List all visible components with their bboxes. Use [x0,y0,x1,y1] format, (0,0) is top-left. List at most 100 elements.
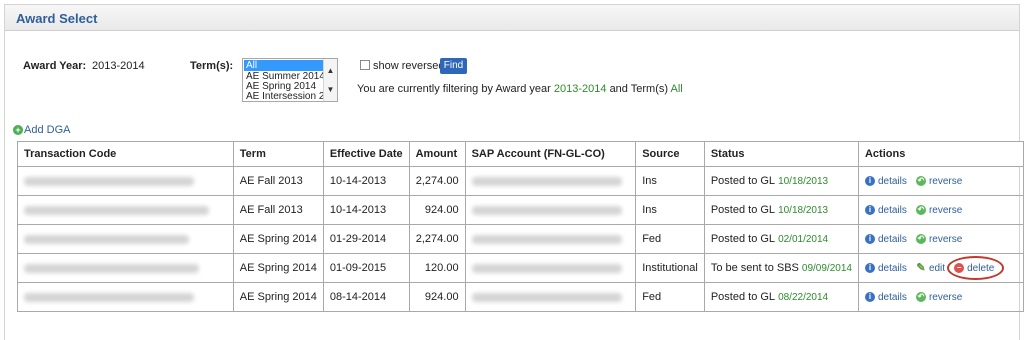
table-header-row: Transaction Code Term Effective Date Amo… [17,141,1024,167]
col-effective-date: Effective Date [322,141,410,167]
reverse-link[interactable]: ↶ reverse [915,204,962,216]
term-cell: AE Fall 2013 [232,166,324,196]
col-transaction-code: Transaction Code [17,141,234,167]
effective-date-cell: 01-29-2014 [322,224,410,254]
amount-cell: 924.00 [408,282,466,312]
panel-header: Award Select [5,5,1019,31]
reverse-link[interactable]: ↶ reverse [915,175,962,187]
details-link[interactable]: i details [864,262,907,274]
terms-label: Term(s): [190,60,234,72]
sap-account-redacted [464,253,637,283]
page-title: Award Select [16,11,98,26]
transactions-table: Transaction Code Term Effective Date Amo… [17,141,1024,312]
show-reversed-checkbox[interactable] [360,60,370,70]
term-cell: AE Fall 2013 [232,195,324,225]
actions-cell: i details ✎ edit − delete [857,253,1024,283]
status-cell: Posted to GL 10/18/2013 [703,195,859,225]
amount-cell: 2,274.00 [408,224,466,254]
source-cell: Fed [635,282,705,312]
sap-account-redacted [464,166,637,196]
add-dga-link[interactable]: + Add DGA [13,124,70,136]
term-option[interactable]: AE Intersession 2( [244,91,326,101]
pencil-icon: ✎ [916,261,926,274]
info-icon: i [864,204,875,215]
col-amount: Amount [408,141,466,167]
transaction-code-redacted [17,282,234,312]
sap-account-redacted [464,224,637,254]
transaction-code-redacted [17,253,234,283]
status-date: 10/18/2013 [778,205,829,216]
reverse-arrow-icon: ↶ [915,175,926,186]
filter-terms: All [670,83,683,95]
source-cell: Ins [635,195,705,225]
table-row: AE Spring 2014 01-29-2014 2,274.00 Fed P… [17,224,1024,254]
col-status: Status [703,141,859,167]
show-reversed-label: show reversed [373,60,445,72]
source-cell: Ins [635,166,705,196]
award-year-value: 2013-2014 [92,60,145,72]
term-cell: AE Spring 2014 [232,224,324,254]
effective-date-cell: 10-14-2013 [322,166,410,196]
source-cell: Institutional [635,253,705,283]
transaction-code-redacted [17,195,234,225]
amount-cell: 2,274.00 [408,166,466,196]
filter-status-text: You are currently filtering by Award yea… [357,83,683,95]
actions-cell: i details ↶ reverse [857,282,1024,312]
table-row: AE Spring 2014 01-09-2015 120.00 Institu… [17,253,1024,283]
col-sap-account: SAP Account (FN-GL-CO) [464,141,637,167]
transaction-code-redacted [17,224,234,254]
find-button[interactable]: Find [440,58,467,74]
status-date: 02/01/2014 [778,234,829,245]
source-cell: Fed [635,224,705,254]
details-link[interactable]: i details [864,204,907,216]
term-cell: AE Spring 2014 [232,282,324,312]
chevron-down-icon[interactable]: ▼ [326,85,335,94]
filter-year: 2013-2014 [553,83,607,95]
chevron-up-icon[interactable]: ▲ [326,66,335,75]
edit-link[interactable]: ✎ edit [916,261,945,274]
award-year-label: Award Year: [23,60,87,72]
sap-account-redacted [464,195,637,225]
sap-account-redacted [464,282,637,312]
status-cell: Posted to GL 02/01/2014 [703,224,859,254]
effective-date-cell: 08-14-2014 [322,282,410,312]
info-icon: i [864,291,875,302]
plus-circle-icon: + [13,125,23,135]
transaction-code-redacted [17,166,234,196]
details-link[interactable]: i details [864,175,907,187]
info-icon: i [864,233,875,244]
details-link[interactable]: i details [864,291,907,303]
term-multiselect[interactable]: All AE Summer 2014 AE Spring 2014 AE Int… [242,58,338,102]
reverse-arrow-icon: ↶ [915,233,926,244]
reverse-arrow-icon: ↶ [915,291,926,302]
reverse-link[interactable]: ↶ reverse [915,291,962,303]
term-cell: AE Spring 2014 [232,253,324,283]
info-icon: i [864,262,875,273]
status-date: 08/22/2014 [778,292,829,303]
term-scrollbar[interactable]: ▲ ▼ [323,59,337,101]
actions-cell: i details ↶ reverse [857,224,1024,254]
highlight-ellipse [947,255,1005,280]
col-term: Term [232,141,324,167]
effective-date-cell: 01-09-2015 [322,253,410,283]
status-cell: Posted to GL 08/22/2014 [703,282,859,312]
table-row: AE Fall 2013 10-14-2013 2,274.00 Ins Pos… [17,166,1024,196]
reverse-link[interactable]: ↶ reverse [915,233,962,245]
table-row: AE Fall 2013 10-14-2013 924.00 Ins Poste… [17,195,1024,225]
reverse-arrow-icon: ↶ [915,204,926,215]
amount-cell: 120.00 [408,253,466,283]
details-link[interactable]: i details [864,233,907,245]
delete-link[interactable]: − delete [947,255,1005,280]
status-date: 10/18/2013 [778,176,829,187]
term-option-all[interactable]: All [244,60,326,71]
info-icon: i [864,175,875,186]
col-source: Source [635,141,705,167]
status-date: 09/09/2014 [801,263,852,274]
amount-cell: 924.00 [408,195,466,225]
actions-cell: i details ↶ reverse [857,166,1024,196]
col-actions: Actions [857,141,1024,167]
status-cell: To be sent to SBS 09/09/2014 [703,253,859,283]
effective-date-cell: 10-14-2013 [322,195,410,225]
status-cell: Posted to GL 10/18/2013 [703,166,859,196]
table-row: AE Spring 2014 08-14-2014 924.00 Fed Pos… [17,282,1024,312]
